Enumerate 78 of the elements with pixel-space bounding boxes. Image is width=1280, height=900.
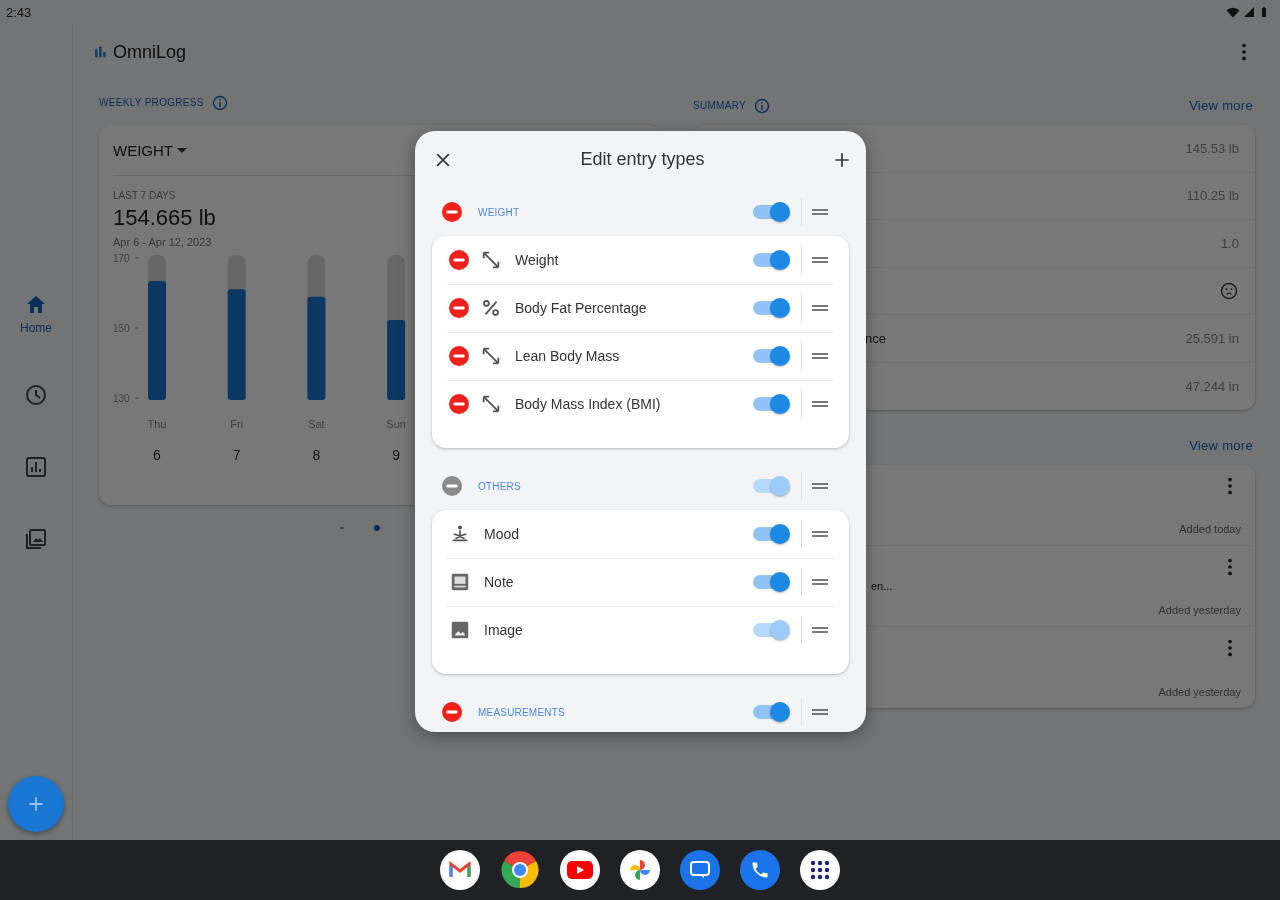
signal-icon [1243, 6, 1255, 18]
day-number: 8 [312, 447, 321, 464]
face-icon [1219, 280, 1239, 301]
toggle-switch[interactable] [753, 344, 791, 368]
toggle-switch[interactable] [753, 392, 791, 416]
image-icon [449, 619, 471, 641]
day-number: 6 [153, 447, 161, 464]
note-icon [449, 571, 471, 593]
pager-dot[interactable] [374, 525, 380, 531]
nav-item[interactable]: Home [20, 293, 52, 335]
toggle-switch[interactable] [753, 296, 791, 320]
group-label: OTHERS [478, 480, 522, 492]
summary-value: 47.244 in [1185, 378, 1239, 394]
app-title: OmniLog [113, 41, 187, 63]
group-label: MEASUREMENTS [478, 706, 566, 718]
summary-value: 110.25 lb [1186, 188, 1239, 204]
remove-icon[interactable] [449, 298, 469, 318]
chat-app-icon[interactable] [680, 850, 720, 890]
entry-type-label: Body Mass Index (BMI) [515, 396, 662, 412]
date-range: Apr 6 - Apr 12, 2023 [113, 236, 213, 249]
metric-dropdown[interactable]: WEIGHT [113, 141, 187, 159]
nav-item[interactable] [24, 527, 48, 551]
dialog-title: Edit entry types [580, 149, 705, 170]
axis-label: Fri [230, 418, 244, 431]
section-title: SUMMARY [693, 100, 747, 111]
total-value: 154.665 lb [113, 205, 216, 232]
day-number: 7 [232, 447, 241, 464]
group-label: WEIGHT [478, 206, 521, 218]
diagonal-arrows-icon [480, 393, 502, 415]
toggle-switch[interactable] [753, 700, 791, 724]
nav-item[interactable] [24, 383, 48, 407]
remove-icon[interactable] [449, 250, 469, 270]
browser-app-icon[interactable] [500, 850, 540, 890]
video-app-icon[interactable] [560, 850, 600, 890]
remove-icon[interactable] [442, 202, 462, 222]
entry-time: Added yesterday [1158, 686, 1241, 698]
summary-label: nce [865, 330, 886, 346]
entry-type-label: Image [484, 622, 524, 638]
entry-type-label: Note [484, 574, 515, 590]
clock-icon [24, 383, 48, 407]
chart-box-icon [24, 455, 48, 479]
info-icon [211, 94, 228, 111]
pinwheel-app-icon[interactable] [620, 850, 660, 890]
entry-snippet: en... [871, 580, 893, 592]
remove-icon[interactable] [449, 346, 469, 366]
wifi-icon [1226, 5, 1240, 19]
entry-time: Added yesterday [1158, 604, 1241, 616]
day-number: 9 [392, 447, 400, 464]
toggle-switch[interactable] [753, 200, 791, 224]
caret-icon [177, 147, 187, 153]
info-icon [754, 97, 771, 114]
entry-time: Added today [1179, 523, 1241, 535]
diagonal-arrows-icon [480, 249, 502, 271]
toggle-switch[interactable] [753, 248, 791, 272]
nav-item[interactable] [24, 455, 48, 479]
diagonal-arrows-icon [480, 345, 502, 367]
summary-value: 25.591 in [1185, 330, 1239, 346]
view-more-link[interactable]: View more [1189, 98, 1255, 113]
percent-icon [480, 297, 502, 319]
status-time: 2:43 [6, 4, 32, 20]
remove-icon[interactable] [449, 394, 469, 414]
remove-icon[interactable] [442, 702, 462, 722]
bar-chart-logo-icon [93, 44, 109, 60]
view-more-link[interactable]: View more [1189, 438, 1255, 453]
summary-value: 1.0 [1220, 235, 1239, 251]
entry-type-label: Body Fat Percentage [515, 300, 648, 316]
axis-tick-label: 130 [113, 393, 130, 405]
entry-type-label: Mood [484, 526, 521, 542]
mail-app-icon[interactable] [440, 850, 480, 890]
axis-label: Sun [386, 418, 406, 431]
summary-value: 145.53 lb [1185, 140, 1239, 156]
section-title: WEEKLY PROGRESS [99, 97, 204, 108]
photo-library-icon [24, 527, 48, 551]
entry-type-label: Weight [515, 252, 560, 268]
app-grid-icon[interactable] [800, 850, 840, 890]
axis-label: Sat [308, 418, 325, 431]
phone-app-icon[interactable] [740, 850, 780, 890]
entry-type-label: Lean Body Mass [515, 348, 621, 364]
